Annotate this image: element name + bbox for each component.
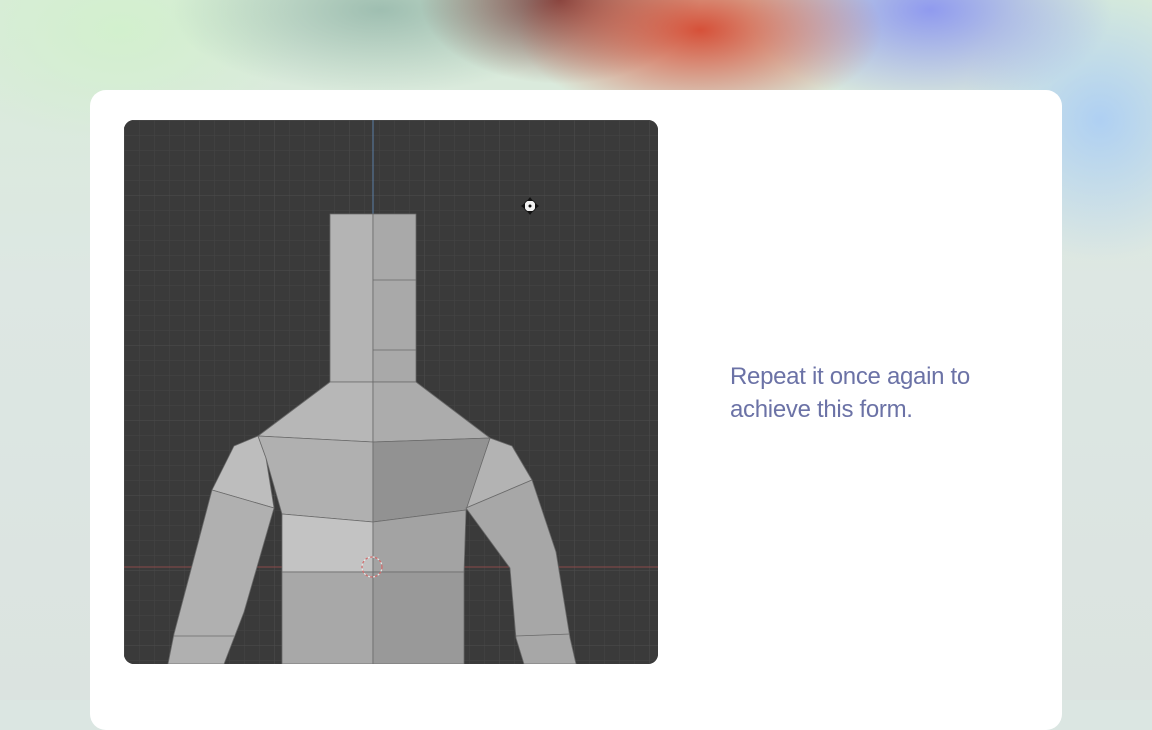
viewport-canvas: [124, 120, 658, 664]
step-caption: Repeat it once again to achieve this for…: [730, 363, 970, 423]
3d-viewport[interactable]: [124, 120, 658, 664]
tutorial-card: Repeat it once again to achieve this for…: [90, 90, 1062, 730]
